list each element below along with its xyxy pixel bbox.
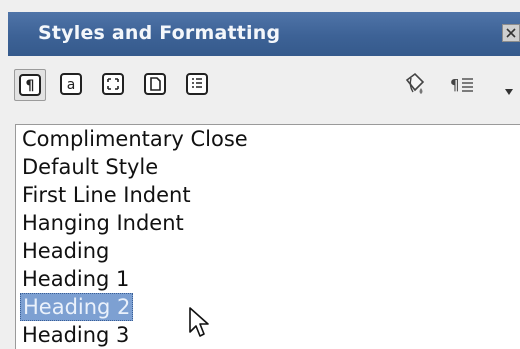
chevron-down-icon[interactable] (503, 82, 515, 95)
character-styles-icon: a (60, 73, 82, 95)
style-family-toolbar: ¶ a ¶ (8, 56, 520, 114)
paragraph-styles-button[interactable]: ¶ (14, 69, 46, 101)
styles-and-formatting-window: Styles and Formatting ¶ a ¶ Complimentar… (0, 0, 520, 349)
svg-text:¶: ¶ (450, 76, 460, 94)
window-title: Styles and Formatting (38, 22, 281, 44)
list-item[interactable]: First Line Indent (22, 182, 191, 209)
close-button[interactable] (502, 24, 520, 42)
list-styles-icon (186, 73, 208, 95)
list-item[interactable]: Heading (22, 238, 109, 265)
new-style-from-selection-button[interactable]: ¶ (450, 72, 476, 98)
list-styles-button[interactable] (182, 69, 214, 101)
close-icon (506, 28, 516, 38)
title-bar[interactable]: Styles and Formatting (8, 12, 520, 56)
svg-text:a: a (67, 77, 76, 93)
list-item[interactable]: Heading 3 (22, 322, 129, 349)
mouse-pointer-icon (189, 307, 209, 337)
styles-list[interactable]: Complimentary Close Default Style First … (15, 124, 520, 349)
new-style-icon: ¶ (450, 76, 473, 94)
page-styles-icon (144, 73, 166, 95)
frame-styles-button[interactable] (98, 69, 130, 101)
list-item[interactable]: Hanging Indent (22, 210, 184, 237)
character-styles-button[interactable]: a (56, 69, 88, 101)
list-item[interactable]: Heading 1 (22, 266, 129, 293)
page-styles-button[interactable] (140, 69, 172, 101)
list-item[interactable]: Default Style (22, 154, 158, 181)
svg-text:¶: ¶ (26, 78, 35, 94)
paint-bucket-icon (405, 72, 425, 94)
list-item-selected[interactable]: Heading 2 (20, 293, 134, 321)
paragraph-styles-icon: ¶ (19, 74, 41, 96)
frame-styles-icon (102, 73, 124, 95)
list-item[interactable]: Complimentary Close (22, 126, 248, 153)
fill-format-mode-button[interactable] (401, 70, 431, 100)
